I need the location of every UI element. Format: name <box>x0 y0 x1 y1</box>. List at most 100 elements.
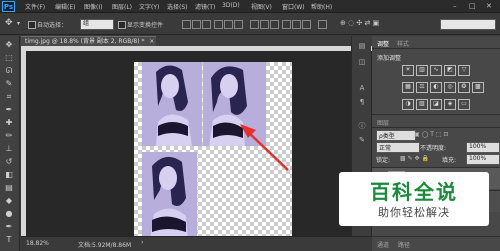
info-panel-icon[interactable]: ⓘ <box>357 122 367 130</box>
distribute-left-icon[interactable] <box>282 20 291 29</box>
levels-icon[interactable]: ▥ <box>416 65 428 76</box>
eraser-icon[interactable]: ◧ <box>3 170 15 180</box>
vertical-ruler <box>21 51 26 236</box>
workspace-switcher[interactable] <box>440 19 496 30</box>
status-menu-arrow[interactable]: › <box>141 239 143 246</box>
character-panel-icon[interactable]: A <box>357 84 367 92</box>
distribute-hcenter-icon[interactable] <box>292 20 301 29</box>
watermark-subtitle: 助你轻松解决 <box>378 206 450 219</box>
brightness-icon[interactable]: ☀ <box>402 65 414 76</box>
channel-mixer-icon[interactable]: ❂ <box>458 82 470 93</box>
menu-file[interactable]: 文件(F) <box>25 2 45 11</box>
document-tab[interactable]: timg.jpg @ 18.8% (背景 副本 2, RGB/8) * × <box>21 36 156 46</box>
marquee-icon[interactable]: ⬚ <box>3 53 15 63</box>
color-balance-icon[interactable]: ⚖ <box>416 82 428 93</box>
horizontal-ruler <box>21 46 374 51</box>
blend-mode-dropdown[interactable]: 正常 <box>376 142 420 153</box>
dodge-icon[interactable]: ● <box>3 209 15 219</box>
tab-paths[interactable]: 路径 <box>398 240 410 249</box>
menu-view[interactable]: 视图(V) <box>251 2 272 11</box>
distribute-right-icon[interactable] <box>302 20 311 29</box>
hue-saturation-icon[interactable]: ▦ <box>402 82 414 93</box>
opacity-input[interactable]: 100% <box>466 142 500 153</box>
3d-mode-icons[interactable]: ⊕ ◌ ✣ ⇄ ▣ <box>340 19 379 27</box>
align-bottom-icon[interactable] <box>202 20 211 29</box>
close-tab-icon[interactable]: × <box>149 38 154 45</box>
align-left-icon[interactable] <box>214 20 223 29</box>
align-top-icon[interactable] <box>182 20 191 29</box>
brush-panel-icon[interactable]: ✎ <box>357 136 367 144</box>
watermark-badge: 百科全说 助你轻松解决 <box>339 172 489 226</box>
menu-layer[interactable]: 图层(L) <box>112 2 132 11</box>
black-white-icon[interactable]: ◐ <box>430 82 442 93</box>
type-icon[interactable]: T <box>3 235 15 245</box>
menu-select[interactable]: 选择(S) <box>167 2 188 11</box>
move-icon[interactable]: ✥ <box>3 40 15 50</box>
zoom-level[interactable]: 18.82% <box>26 240 49 247</box>
align-hcenter-icon[interactable] <box>224 20 233 29</box>
align-vcenter-icon[interactable] <box>192 20 201 29</box>
layer-kind-filter[interactable]: ρ类型 <box>376 130 416 141</box>
layer-filter-icons[interactable]: ▣ ◯ T ⬚ ⊡ <box>414 131 448 138</box>
minimize-button[interactable]: – <box>453 2 457 10</box>
watermark-title: 百科全说 <box>370 180 458 204</box>
photo-woman-3 <box>142 152 197 239</box>
maximize-button[interactable]: □ <box>469 2 476 10</box>
pen-icon[interactable]: ✒ <box>3 222 15 232</box>
gradient-icon[interactable]: ▤ <box>3 183 15 193</box>
gradient-map-icon[interactable]: ▭ <box>458 99 470 110</box>
distribute-bottom-icon[interactable] <box>270 20 279 29</box>
lock-icons[interactable]: ▩ ✎ ✥ 🔒 <box>400 155 429 162</box>
menu-image[interactable]: 图像(I) <box>84 2 102 11</box>
move-tool-icon[interactable]: ✥ <box>5 18 13 28</box>
exposure-icon[interactable]: ◩ <box>444 65 456 76</box>
stamp-icon[interactable]: ⊥ <box>3 144 15 154</box>
eyedropper-icon[interactable]: ✒ <box>3 105 15 115</box>
annotation-arrow <box>240 124 289 171</box>
crop-icon[interactable]: ⌗ <box>3 92 15 102</box>
vibrance-icon[interactable]: ▽ <box>458 65 470 76</box>
tab-layers[interactable]: 图层 <box>377 118 389 127</box>
menu-3d[interactable]: 3D(D) <box>222 2 240 9</box>
tab-channels[interactable]: 通道 <box>377 240 389 249</box>
menu-window[interactable]: 窗口(W) <box>282 2 305 11</box>
blur-icon[interactable]: ◆ <box>3 196 15 206</box>
document-size: 文档:5.92M/8.86M <box>78 242 132 249</box>
color-lookup-icon[interactable]: ▩ <box>472 82 484 93</box>
align-right-icon[interactable] <box>234 20 243 29</box>
selective-color-icon[interactable]: ◈ <box>444 99 456 110</box>
auto-select-dropdown[interactable]: 组 <box>80 19 114 30</box>
show-transform-checkbox[interactable] <box>118 21 126 29</box>
properties-panel-icon[interactable]: ◫ <box>357 58 367 66</box>
fill-input[interactable]: 100% <box>466 154 500 165</box>
history-brush-icon[interactable]: ↺ <box>3 157 15 167</box>
tab-styles[interactable]: 样式 <box>397 39 409 48</box>
auto-align-icon[interactable] <box>318 20 327 29</box>
chevron-down-icon[interactable]: ▾ <box>17 20 20 27</box>
distribute-top-icon[interactable] <box>250 20 259 29</box>
auto-select-checkbox[interactable] <box>28 21 36 29</box>
fill-label: 填充: <box>442 157 457 164</box>
invert-icon[interactable]: ◑ <box>402 99 414 110</box>
menu-filter[interactable]: 滤镜(T) <box>195 2 215 11</box>
menu-help[interactable]: 帮助(H) <box>311 2 332 11</box>
threshold-icon[interactable]: ◪ <box>430 99 442 110</box>
menu-bar: Ps 文件(F) 编辑(E) 图像(I) 图层(L) 文字(Y) 选择(S) 滤… <box>0 0 500 13</box>
tab-adjustments[interactable]: 调整 <box>377 39 389 48</box>
photo-filter-icon[interactable]: ◎ <box>444 82 456 93</box>
paragraph-panel-icon[interactable]: ¶ <box>357 98 367 106</box>
history-panel-icon[interactable]: ▤ <box>357 42 367 50</box>
posterize-icon[interactable]: ▨ <box>416 99 428 110</box>
close-window-button[interactable]: ✕ <box>486 2 492 10</box>
quick-select-icon[interactable]: ✎ <box>3 79 15 89</box>
lock-label: 锁定: <box>376 157 391 164</box>
distribute-vcenter-icon[interactable] <box>260 20 269 29</box>
lasso-icon[interactable]: ᘏ <box>3 66 15 76</box>
panel-divider <box>372 114 500 115</box>
curves-icon[interactable]: ∿ <box>430 65 442 76</box>
menu-edit[interactable]: 编辑(E) <box>55 2 75 11</box>
menu-type[interactable]: 文字(Y) <box>139 2 159 11</box>
brush-icon[interactable]: ✏ <box>3 131 15 141</box>
healing-icon[interactable]: ✚ <box>3 118 15 128</box>
panel-divider <box>372 236 500 237</box>
